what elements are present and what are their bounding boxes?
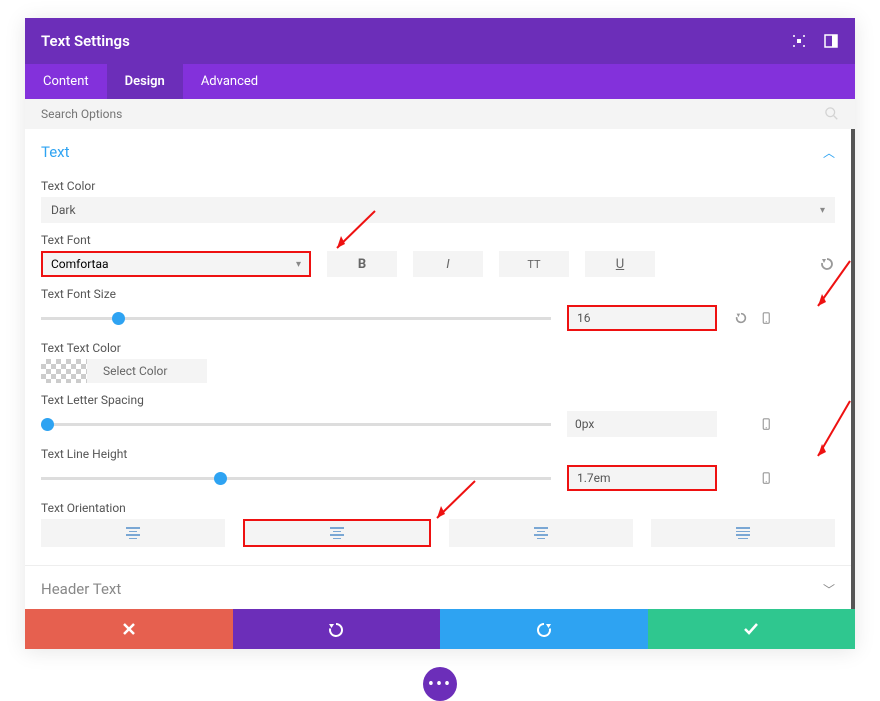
chevron-up-icon: ︿ — [823, 144, 835, 161]
expand-icon[interactable] — [791, 33, 807, 49]
font-size-row — [41, 305, 835, 331]
close-icon — [122, 622, 136, 636]
search-bar — [25, 99, 855, 129]
letter-spacing-input[interactable] — [567, 411, 717, 437]
label-orientation: Text Orientation — [41, 501, 835, 515]
select-text-color-value: Dark — [51, 203, 76, 217]
modal-header: Text Settings — [25, 18, 855, 64]
snap-icon[interactable] — [823, 33, 839, 49]
select-text-color[interactable]: Dark ▾ — [41, 197, 835, 223]
letter-spacing-slider[interactable] — [41, 423, 551, 426]
fab-more-button[interactable]: ••• — [423, 667, 457, 701]
align-left-icon — [126, 527, 140, 539]
modal-footer — [25, 609, 855, 649]
mobile-icon[interactable] — [759, 310, 775, 326]
align-center-icon — [330, 527, 344, 539]
tabs: Content Design Advanced — [25, 64, 855, 99]
search-icon — [825, 107, 839, 121]
section-text-header[interactable]: Text ︿ — [41, 129, 835, 169]
search-input[interactable] — [41, 107, 825, 121]
save-button[interactable] — [648, 609, 856, 649]
slider-thumb[interactable] — [41, 418, 54, 431]
header-actions — [791, 33, 839, 49]
label-line-height: Text Line Height — [41, 447, 835, 461]
redo-button[interactable] — [440, 609, 648, 649]
tab-advanced[interactable]: Advanced — [183, 64, 276, 99]
color-swatch[interactable] — [41, 359, 87, 383]
slider-thumb[interactable] — [112, 312, 125, 325]
label-font-size: Text Font Size — [41, 287, 835, 301]
select-text-font-value: Comfortaa — [51, 257, 109, 271]
slider-thumb[interactable] — [214, 472, 227, 485]
font-size-input[interactable] — [567, 305, 717, 331]
smallcaps-button[interactable]: TT — [499, 251, 569, 277]
select-text-font[interactable]: Comfortaa ▾ — [41, 251, 311, 277]
section-text-title: Text — [41, 143, 70, 161]
panel-body[interactable]: Text ︿ Text Color Dark ▾ Text Font Comfo… — [25, 129, 855, 609]
section-header-text-title: Header Text — [41, 580, 121, 598]
reset-icon[interactable] — [733, 310, 749, 326]
check-icon — [743, 621, 759, 637]
text-settings-modal: Text Settings Content Design Advanced Te… — [25, 18, 855, 649]
tab-design[interactable]: Design — [107, 64, 183, 99]
redo-icon — [535, 620, 553, 638]
caret-down-icon: ▾ — [820, 205, 825, 216]
modal-title: Text Settings — [41, 32, 130, 50]
letter-spacing-row — [41, 411, 835, 437]
label-text-color: Text Color — [41, 179, 835, 193]
undo-button[interactable] — [233, 609, 441, 649]
tab-content[interactable]: Content — [25, 64, 107, 99]
caret-down-icon: ▾ — [296, 259, 301, 270]
align-center-button[interactable] — [243, 519, 431, 547]
align-right-button[interactable] — [449, 519, 633, 547]
orientation-row — [41, 519, 835, 547]
select-color-button[interactable]: Select Color — [87, 359, 207, 383]
mobile-icon[interactable] — [759, 416, 775, 432]
align-justify-icon — [736, 527, 750, 539]
text-text-color-row: Select Color — [41, 359, 835, 383]
label-text-font: Text Font — [41, 233, 835, 247]
label-text-text-color: Text Text Color — [41, 341, 835, 355]
line-height-input[interactable] — [567, 465, 717, 491]
align-justify-button[interactable] — [651, 519, 835, 547]
mobile-icon[interactable] — [759, 470, 775, 486]
more-icon: ••• — [428, 674, 452, 695]
align-right-icon — [534, 527, 548, 539]
line-height-slider[interactable] — [41, 477, 551, 480]
bold-button[interactable]: B — [327, 251, 397, 277]
section-header-text-header[interactable]: Header Text ﹀ — [41, 566, 835, 606]
chevron-down-icon: ﹀ — [823, 581, 835, 598]
cancel-button[interactable] — [25, 609, 233, 649]
align-left-button[interactable] — [41, 519, 225, 547]
italic-button[interactable]: I — [413, 251, 483, 277]
font-row: Comfortaa ▾ B I TT U — [41, 251, 835, 277]
font-size-slider[interactable] — [41, 317, 551, 320]
underline-button[interactable]: U — [585, 251, 655, 277]
undo-icon — [327, 620, 345, 638]
reset-icon[interactable] — [819, 256, 835, 272]
label-letter-spacing: Text Letter Spacing — [41, 393, 835, 407]
line-height-row — [41, 465, 835, 491]
